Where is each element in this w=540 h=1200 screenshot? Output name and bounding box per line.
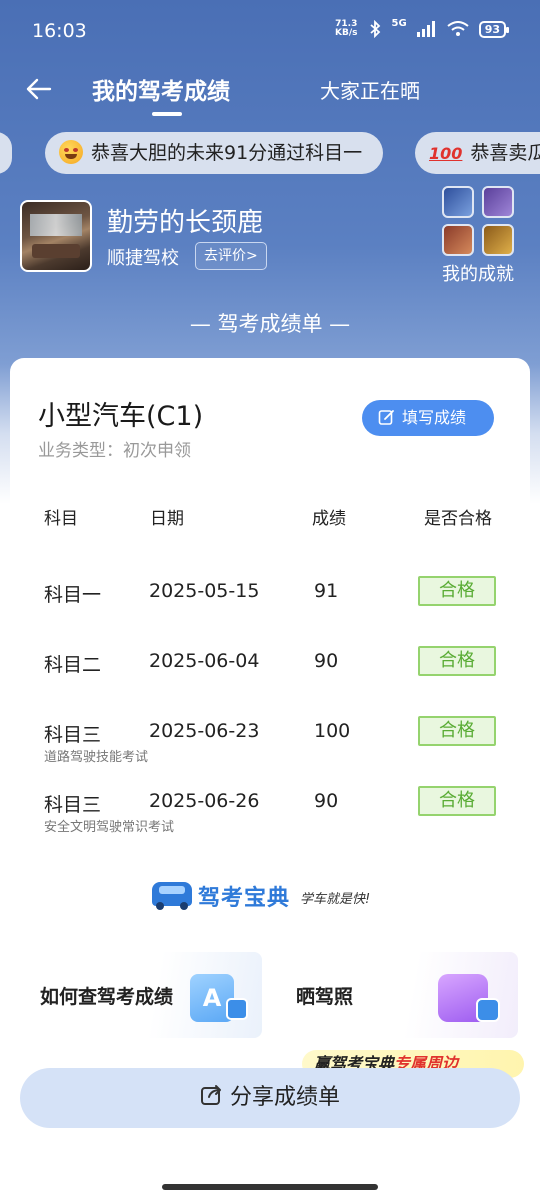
- business-type: 业务类型：初次申领: [38, 441, 191, 461]
- achievement-badges[interactable]: [442, 186, 520, 266]
- driving-school: 顺捷驾校: [107, 248, 179, 269]
- active-tab-indicator: [152, 112, 182, 116]
- status-time: 16:03: [32, 20, 87, 42]
- how-to-check-scores-card[interactable]: 如何查驾考成绩 A: [22, 952, 262, 1038]
- fill-score-button[interactable]: 填写成绩: [362, 400, 494, 436]
- how-to-check-scores-label: 如何查驾考成绩: [40, 986, 174, 1008]
- row-score: 90: [314, 650, 339, 672]
- row-date: 2025-05-15: [149, 580, 260, 602]
- achievements-link[interactable]: 我的成就: [442, 260, 514, 286]
- row-score: 100: [314, 720, 351, 742]
- row-subject: 科目三: [44, 724, 102, 746]
- bluetooth-icon: [369, 20, 380, 38]
- row-date: 2025-06-23: [149, 720, 260, 742]
- brand-name: 驾考宝典: [198, 886, 291, 911]
- pass-badge: 合格: [418, 786, 496, 816]
- congrats-ticker: 恭喜大胆的未来91分通过科目一 100 恭喜卖瓜: [0, 132, 540, 176]
- fill-score-label: 填写成绩: [402, 408, 467, 427]
- pass-badge: 合格: [418, 646, 496, 676]
- badge-icon: [442, 186, 474, 218]
- home-indicator[interactable]: [162, 1184, 378, 1190]
- row-note: 安全文明驾驶常识考试: [44, 820, 175, 835]
- row-subject: 科目一: [44, 584, 102, 606]
- back-arrow-icon[interactable]: [22, 72, 56, 106]
- row-date: 2025-06-26: [149, 790, 260, 812]
- score-report-card: 小型汽车(C1) 业务类型：初次申领 填写成绩 科目 日期 成绩 是否合格 科目…: [10, 358, 530, 934]
- network-type: 5G: [391, 17, 407, 29]
- rate-school-button[interactable]: 去评价>: [195, 242, 267, 270]
- table-row: 科目二 2025-06-04 90 合格: [10, 646, 530, 710]
- row-date: 2025-06-04: [149, 650, 260, 672]
- net-speed: 71.3 KB/s: [335, 19, 358, 38]
- brand-slogan: 学车就是快!: [300, 892, 371, 907]
- row-note: 道路驾驶技能考试: [44, 750, 149, 765]
- table-row: 科目三 2025-06-26 90 合格 安全文明驾驶常识考试: [10, 786, 530, 850]
- signal-icon: [416, 21, 435, 37]
- ticker-text: 恭喜大胆的未来91分通过科目一: [91, 142, 363, 164]
- hundred-points-emoji-icon: 100: [429, 144, 463, 163]
- status-bar: 16:03 71.3 KB/s 5G 93: [0, 0, 540, 64]
- table-row: 科目一 2025-05-15 91 合格: [10, 576, 530, 640]
- tab-my-scores[interactable]: 我的驾考成绩: [92, 72, 230, 106]
- ticker-pill: 恭喜大胆的未来91分通过科目一: [45, 132, 383, 174]
- car-logo-icon: [152, 882, 192, 910]
- section-title: — 驾考成绩单 —: [189, 312, 351, 336]
- pass-badge: 合格: [418, 576, 496, 606]
- status-icons: 71.3 KB/s 5G 93: [335, 17, 510, 38]
- header-passed: 是否合格: [424, 509, 492, 529]
- header-subject: 科目: [44, 509, 78, 529]
- share-report-button[interactable]: 分享成绩单: [20, 1068, 520, 1128]
- row-subject: 科目三: [44, 794, 102, 816]
- wifi-icon: [447, 21, 469, 36]
- share-license-label: 晒驾照: [296, 986, 354, 1008]
- row-score: 90: [314, 790, 339, 812]
- camera-icon: [476, 998, 500, 1022]
- edit-icon: [378, 410, 394, 425]
- ticker-text: 恭喜卖瓜: [470, 142, 540, 164]
- brand-logo: 驾考宝典 学车就是快!: [152, 878, 392, 914]
- badge-icon: [482, 186, 514, 218]
- vehicle-type: 小型汽车(C1): [38, 401, 204, 432]
- pass-badge: 合格: [418, 716, 496, 746]
- tab-everyone-sharing[interactable]: 大家正在晒: [320, 75, 420, 104]
- header-score: 成绩: [312, 509, 346, 529]
- user-profile: 勤劳的长颈鹿 顺捷驾校 去评价> 我的成就: [20, 186, 520, 298]
- star-struck-emoji-icon: [59, 140, 83, 164]
- search-icon: [226, 998, 248, 1020]
- row-subject: 科目二: [44, 654, 102, 676]
- share-icon: [200, 1085, 221, 1105]
- header-date: 日期: [150, 509, 184, 529]
- avatar[interactable]: [20, 200, 92, 272]
- row-score: 91: [314, 580, 339, 602]
- battery-indicator: 93: [478, 20, 510, 38]
- share-license-card[interactable]: 晒驾照: [278, 952, 518, 1038]
- ticker-pill-prev: [0, 132, 12, 174]
- table-row: 科目三 2025-06-23 100 合格 道路驾驶技能考试: [10, 716, 530, 780]
- top-nav: 我的驾考成绩 大家正在晒: [0, 64, 540, 120]
- badge-icon: [482, 224, 514, 256]
- username: 勤劳的长颈鹿: [107, 208, 264, 238]
- share-report-label: 分享成绩单: [229, 1085, 340, 1110]
- ticker-pill-next: 100 恭喜卖瓜: [415, 132, 540, 174]
- badge-icon: [442, 224, 474, 256]
